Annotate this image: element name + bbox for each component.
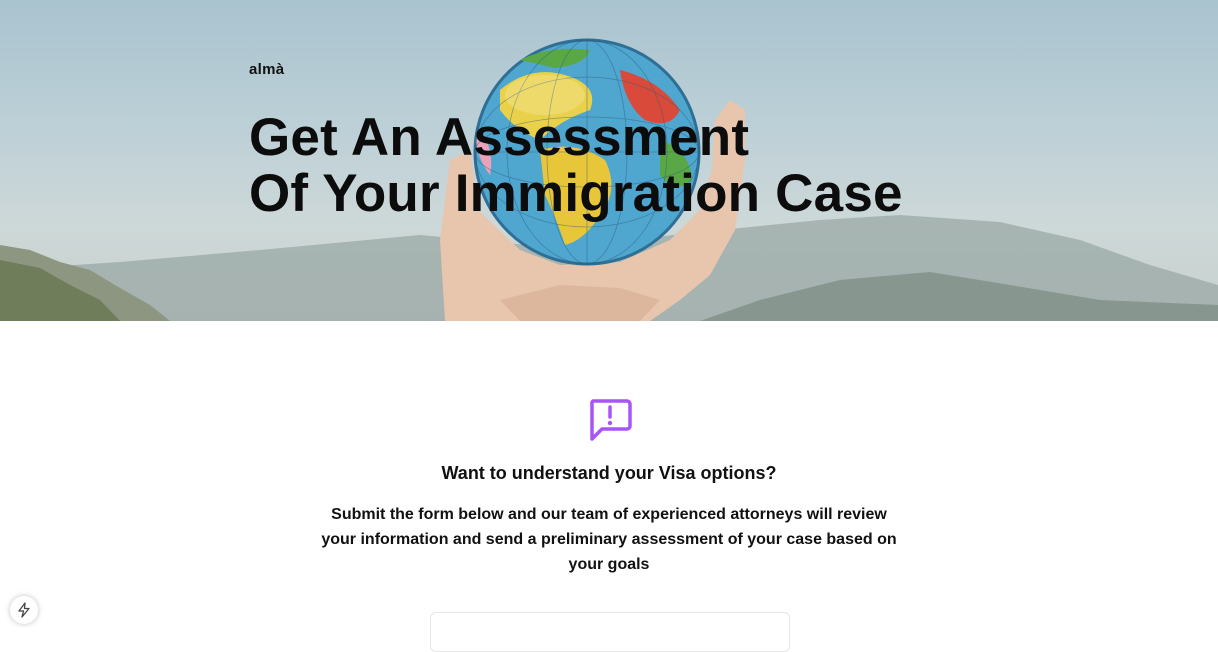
lightning-bolt-icon (18, 602, 30, 618)
brand-logo[interactable]: almà (249, 61, 284, 78)
hero-banner: almà Get An Assessment Of Your Immigrati… (0, 0, 1218, 321)
page-title-line-1: Get An Assessment (249, 108, 750, 167)
intro-section: Want to understand your Visa options? Su… (0, 321, 1218, 652)
intro-description: Submit the form below and our team of ex… (321, 506, 897, 573)
visa-options-heading: Want to understand your Visa options? (441, 463, 777, 483)
page-title-line-2: Of Your Immigration Case (249, 164, 903, 223)
lightning-bolt-button[interactable] (10, 596, 38, 624)
page-title: Get An Assessment Of Your Immigration Ca… (249, 110, 1049, 222)
message-alert-icon (590, 399, 632, 441)
assessment-form-card (430, 612, 790, 652)
